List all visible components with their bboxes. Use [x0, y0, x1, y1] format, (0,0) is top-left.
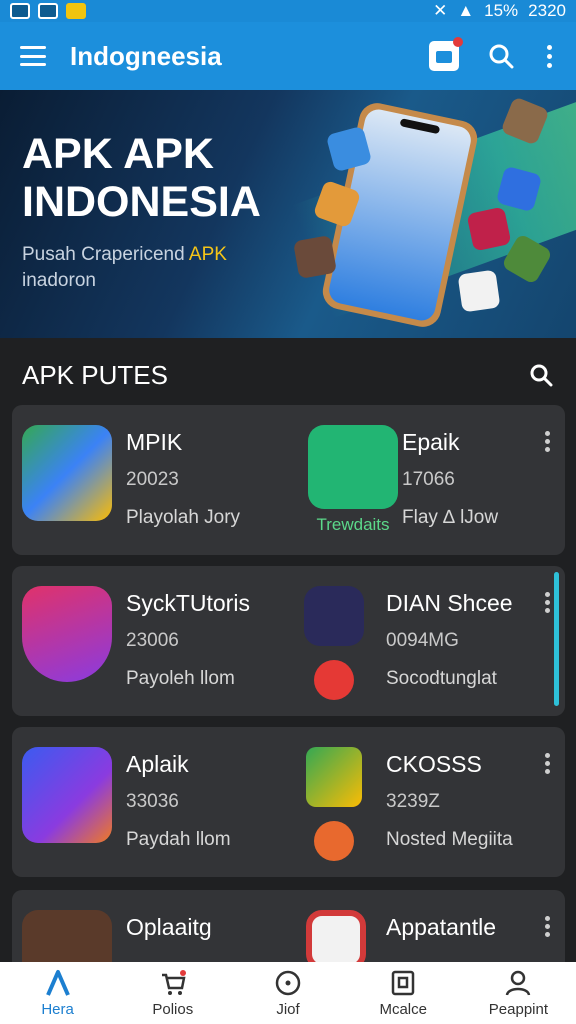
app-name: DIAN Shcee	[386, 590, 513, 616]
banner-title: APK APK INDONESIA	[22, 130, 322, 226]
drive-icon	[22, 425, 112, 521]
app-list-item[interactable]: SyckTUtoris 23006 Payoleh llom	[12, 566, 282, 716]
hero-banner[interactable]: APK APK INDONESIA Pusah Crapericend APK …	[0, 90, 576, 338]
floating-app-icon	[500, 96, 550, 146]
app-list-item[interactable]: CKOSSS 3239Z Nosted Megiita	[298, 727, 568, 877]
flash-icon	[66, 3, 86, 19]
cart-icon	[161, 969, 186, 995]
nav-item-peappint[interactable]: Peappint	[461, 962, 576, 1024]
bottom-navigation: Hera Polios Jiof Mcalce Peappint	[0, 962, 576, 1024]
app-downloads: 3239Z	[386, 791, 440, 812]
app-publisher: Socodtunglat	[386, 668, 497, 689]
app-publisher: Flay ∆ lJow	[402, 507, 499, 528]
app-downloads: 17066	[402, 469, 455, 490]
app-list-item[interactable]: Trewdaits Epaik 17066 Flay ∆ lJow	[298, 405, 568, 555]
app-name: Oplaaitg	[126, 914, 212, 940]
app-publisher: Paydah llom	[126, 829, 231, 850]
maps-icon	[306, 747, 362, 807]
app-downloads: 0094MG	[386, 630, 459, 651]
app-title: Indogneesia	[70, 40, 222, 71]
signal-icon: ▲	[457, 1, 475, 20]
nav-label: Hera	[41, 1000, 74, 1018]
app-bar: Indogneesia	[0, 22, 576, 90]
floating-app-icon	[292, 234, 338, 280]
a-letter-icon	[22, 747, 112, 843]
app-list-item[interactable]: Aplaik 33036 Paydah llom	[12, 727, 282, 877]
app-name: SyckTUtoris	[126, 590, 250, 616]
mute-icon: ✕	[433, 1, 448, 20]
nav-item-home[interactable]: Hera	[0, 962, 115, 1024]
nav-label: Peappint	[488, 1000, 549, 1018]
message-icon	[38, 3, 58, 19]
document-icon	[391, 970, 415, 995]
app-name: MPIK	[126, 429, 183, 455]
nav-item-mcalce[interactable]: Mcalce	[346, 962, 461, 1024]
target-badge-icon	[314, 821, 354, 861]
section-title: APK PUTES	[22, 360, 168, 390]
banner-subtitle-highlight: APK	[188, 244, 227, 265]
app-card-row: MPIK 20023 Playolah Jory Trewdaits Epaik…	[12, 405, 565, 555]
battery-level: 15%	[484, 1, 519, 20]
status-bar-right: ✕ ▲ 15% 2320	[433, 1, 566, 21]
app-name: CKOSSS	[386, 751, 482, 777]
nav-label: Mcalce	[379, 1000, 427, 1018]
section-search-icon[interactable]	[528, 362, 554, 388]
app-name: Epaik	[402, 429, 460, 455]
app-downloads: 20023	[126, 469, 179, 490]
banner-subtitle-text: Pusah Crapericend	[22, 244, 189, 265]
app-card-row: SyckTUtoris 23006 Payoleh llom DIAN Shce…	[12, 566, 565, 716]
nav-item-polios[interactable]: Polios	[115, 962, 230, 1024]
nav-label: Jiof	[276, 1000, 300, 1018]
banner-subtitle-line2: inadoron	[22, 270, 96, 291]
banner-subtitle: Pusah Crapericend APK inadoron	[22, 242, 282, 294]
clock: 2320	[528, 1, 566, 20]
store-notification-icon[interactable]	[429, 37, 463, 71]
floating-app-icon	[466, 206, 512, 252]
app-card-row: Aplaik 33036 Paydah llom CKOSSS 3239Z No…	[12, 727, 565, 877]
home-a-icon	[45, 969, 70, 996]
overflow-menu-icon[interactable]	[543, 44, 556, 68]
app-list-item[interactable]: DIAN Shcee 0094MG Socodtunglat	[298, 566, 568, 716]
app-name: Appatantle	[386, 914, 496, 940]
play-badge-icon	[314, 660, 354, 700]
banner-title-line2: INDONESIA	[22, 178, 261, 226]
app-publisher: Nosted Megiita	[386, 829, 513, 850]
item-menu-icon[interactable]	[545, 431, 550, 452]
item-menu-icon[interactable]	[545, 753, 550, 774]
app-tag: Trewdaits	[316, 515, 390, 534]
item-menu-icon[interactable]	[545, 592, 550, 613]
search-icon[interactable]	[487, 42, 515, 70]
app-name: Aplaik	[126, 751, 189, 777]
checkmark-app-icon	[308, 425, 398, 509]
app-downloads: 23006	[126, 630, 179, 651]
floating-app-icon	[495, 165, 543, 213]
floating-app-icon	[457, 269, 501, 313]
hamburger-menu-icon[interactable]	[20, 46, 46, 66]
item-menu-icon[interactable]	[545, 916, 550, 937]
status-bar: ✕ ▲ 15% 2320	[0, 0, 576, 22]
scrollbar[interactable]	[554, 572, 559, 706]
app-publisher: Playolah Jory	[126, 507, 241, 528]
shield-a-icon	[22, 586, 112, 682]
nav-label: Polios	[152, 1000, 194, 1018]
app-publisher: Payoleh llom	[126, 668, 235, 689]
app-downloads: 33036	[126, 791, 179, 812]
notification-icon	[10, 3, 30, 19]
nav-item-jiof[interactable]: Jiof	[230, 962, 345, 1024]
status-bar-left	[10, 3, 86, 19]
circle-dot-icon	[275, 970, 301, 995]
cartoon-fish-icon	[304, 586, 364, 646]
app-list-item[interactable]: MPIK 20023 Playolah Jory	[12, 405, 282, 555]
red-app-icon	[306, 910, 366, 970]
person-icon	[506, 970, 531, 995]
banner-title-line1: APK APK	[22, 130, 214, 178]
